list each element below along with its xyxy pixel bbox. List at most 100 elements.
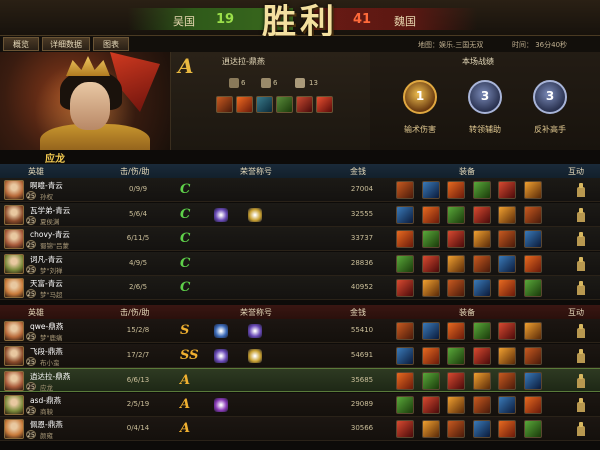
equipment-slot-icon[interactable]	[523, 346, 542, 365]
boots-icon[interactable]	[216, 96, 233, 113]
equipment-slot-icon[interactable]	[396, 420, 414, 438]
honor-badge-icon[interactable]	[248, 348, 262, 363]
table-row[interactable]: 25 瓦学弟-青云 夏侯渊 5/6/4 C 32555	[0, 202, 600, 227]
equipment-slot-icon[interactable]	[472, 181, 491, 199]
equipment-slot-icon[interactable]	[421, 395, 440, 414]
equipment-slot-icon[interactable]	[421, 372, 440, 390]
equipment-slot-icon[interactable]	[523, 254, 542, 273]
player-avatar[interactable]	[4, 180, 24, 200]
medal-lasthit-icon[interactable]: 3	[533, 80, 567, 114]
equipment-slot-icon[interactable]	[472, 205, 491, 224]
tab-detailed-data[interactable]: 详细数据	[42, 37, 90, 51]
player-avatar[interactable]	[4, 229, 24, 249]
equipment-slot-icon[interactable]	[472, 279, 491, 297]
equipment-slot-icon[interactable]	[447, 395, 465, 414]
table-row[interactable]: 25 词凡-青云 梦"刘禅 4/9/5 C 28836	[0, 251, 600, 276]
equipment-slot-icon[interactable]	[472, 230, 491, 248]
equipment-slot-icon[interactable]	[472, 395, 491, 414]
table-row[interactable]: 25 chovy-青云 蜀锦"吕蒙 6/11/5 C 33737	[0, 227, 600, 251]
equipment-slot-icon[interactable]	[523, 372, 542, 390]
thumbs-up-icon[interactable]	[575, 281, 587, 295]
table-row[interactable]: 25 逍达拉-鼎燕 应龙 6/6/13 A 35685	[0, 368, 600, 392]
equipment-slot-icon[interactable]	[472, 254, 491, 273]
equipment-slot-icon[interactable]	[421, 230, 440, 248]
equipment-slot-icon[interactable]	[447, 205, 465, 224]
equipment-slot-icon[interactable]	[447, 181, 465, 199]
player-avatar[interactable]	[4, 394, 24, 415]
crystal-icon[interactable]	[296, 96, 313, 113]
equipment-slot-icon[interactable]	[472, 420, 491, 438]
equipment-slot-icon[interactable]	[523, 322, 542, 340]
table-row[interactable]: 25 qwe-鼎燕 梦"鹿痛 15/2/8 S 55410	[0, 319, 600, 343]
medal-damage-icon[interactable]: 1	[403, 80, 437, 114]
thumbs-up-icon[interactable]	[575, 324, 587, 338]
player-avatar[interactable]	[4, 419, 24, 439]
phoenix-icon[interactable]	[316, 96, 333, 113]
player-avatar[interactable]	[4, 278, 24, 298]
equipment-slot-icon[interactable]	[523, 279, 542, 297]
equipment-slot-icon[interactable]	[447, 420, 465, 438]
equipment-slot-icon[interactable]	[447, 322, 465, 340]
equipment-slot-icon[interactable]	[498, 254, 516, 273]
table-row[interactable]: 25 啊噫-青云 孙权 0/9/9 C 27004	[0, 178, 600, 202]
equipment-slot-icon[interactable]	[523, 205, 542, 224]
equipment-slot-icon[interactable]	[523, 395, 542, 414]
player-avatar[interactable]	[4, 204, 24, 225]
equipment-slot-icon[interactable]	[421, 205, 440, 224]
honor-badge-icon[interactable]	[214, 207, 228, 222]
honor-badge-icon[interactable]	[248, 324, 262, 338]
honor-badge-icon[interactable]	[248, 207, 262, 222]
medal-support-icon[interactable]: 3	[468, 80, 502, 114]
equipment-slot-icon[interactable]	[498, 372, 516, 390]
thumbs-up-icon[interactable]	[575, 422, 587, 436]
equipment-slot-icon[interactable]	[396, 181, 414, 199]
player-avatar[interactable]	[4, 371, 24, 391]
equipment-slot-icon[interactable]	[421, 279, 440, 297]
honor-badge-icon[interactable]	[214, 324, 228, 338]
equipment-slot-icon[interactable]	[498, 322, 516, 340]
equipment-slot-icon[interactable]	[498, 230, 516, 248]
thumbs-up-icon[interactable]	[575, 256, 587, 271]
equipment-slot-icon[interactable]	[472, 372, 491, 390]
equipment-slot-icon[interactable]	[396, 372, 414, 390]
dragon-icon[interactable]	[276, 96, 293, 113]
equipment-slot-icon[interactable]	[523, 420, 542, 438]
equipment-slot-icon[interactable]	[472, 322, 491, 340]
table-row[interactable]: 25 asd-鼎燕 商鞅 2/5/19 A 29089	[0, 392, 600, 417]
equipment-slot-icon[interactable]	[447, 279, 465, 297]
equipment-slot-icon[interactable]	[421, 181, 440, 199]
equipment-slot-icon[interactable]	[498, 205, 516, 224]
equipment-slot-icon[interactable]	[498, 420, 516, 438]
equipment-slot-icon[interactable]	[447, 230, 465, 248]
thumbs-up-icon[interactable]	[575, 397, 587, 412]
equipment-slot-icon[interactable]	[523, 181, 542, 199]
thumbs-up-icon[interactable]	[575, 374, 587, 388]
equipment-slot-icon[interactable]	[396, 205, 414, 224]
honor-badge-icon[interactable]	[214, 348, 228, 363]
player-avatar[interactable]	[4, 345, 24, 366]
table-row[interactable]: 25 天富-青云 梦"马超 2/6/5 C 40952	[0, 276, 600, 300]
equipment-slot-icon[interactable]	[396, 254, 414, 273]
equipment-slot-icon[interactable]	[396, 322, 414, 340]
equipment-slot-icon[interactable]	[447, 254, 465, 273]
equipment-slot-icon[interactable]	[523, 230, 542, 248]
equipment-slot-icon[interactable]	[447, 346, 465, 365]
fire-blade-icon[interactable]	[236, 96, 253, 113]
equipment-slot-icon[interactable]	[421, 420, 440, 438]
thumbs-up-icon[interactable]	[575, 232, 587, 246]
equipment-slot-icon[interactable]	[396, 395, 414, 414]
equipment-slot-icon[interactable]	[421, 346, 440, 365]
equipment-slot-icon[interactable]	[498, 279, 516, 297]
equipment-slot-icon[interactable]	[498, 346, 516, 365]
equipment-slot-icon[interactable]	[447, 372, 465, 390]
axe-icon[interactable]	[256, 96, 273, 113]
equipment-slot-icon[interactable]	[396, 230, 414, 248]
equipment-slot-icon[interactable]	[396, 346, 414, 365]
equipment-slot-icon[interactable]	[498, 181, 516, 199]
honor-badge-icon[interactable]	[214, 397, 228, 412]
equipment-slot-icon[interactable]	[396, 279, 414, 297]
table-row[interactable]: 25 飞段-鼎燕 布小蛮 17/2/7 SS 54691	[0, 343, 600, 368]
thumbs-up-icon[interactable]	[575, 183, 587, 197]
equipment-slot-icon[interactable]	[498, 395, 516, 414]
equipment-slot-icon[interactable]	[421, 322, 440, 340]
